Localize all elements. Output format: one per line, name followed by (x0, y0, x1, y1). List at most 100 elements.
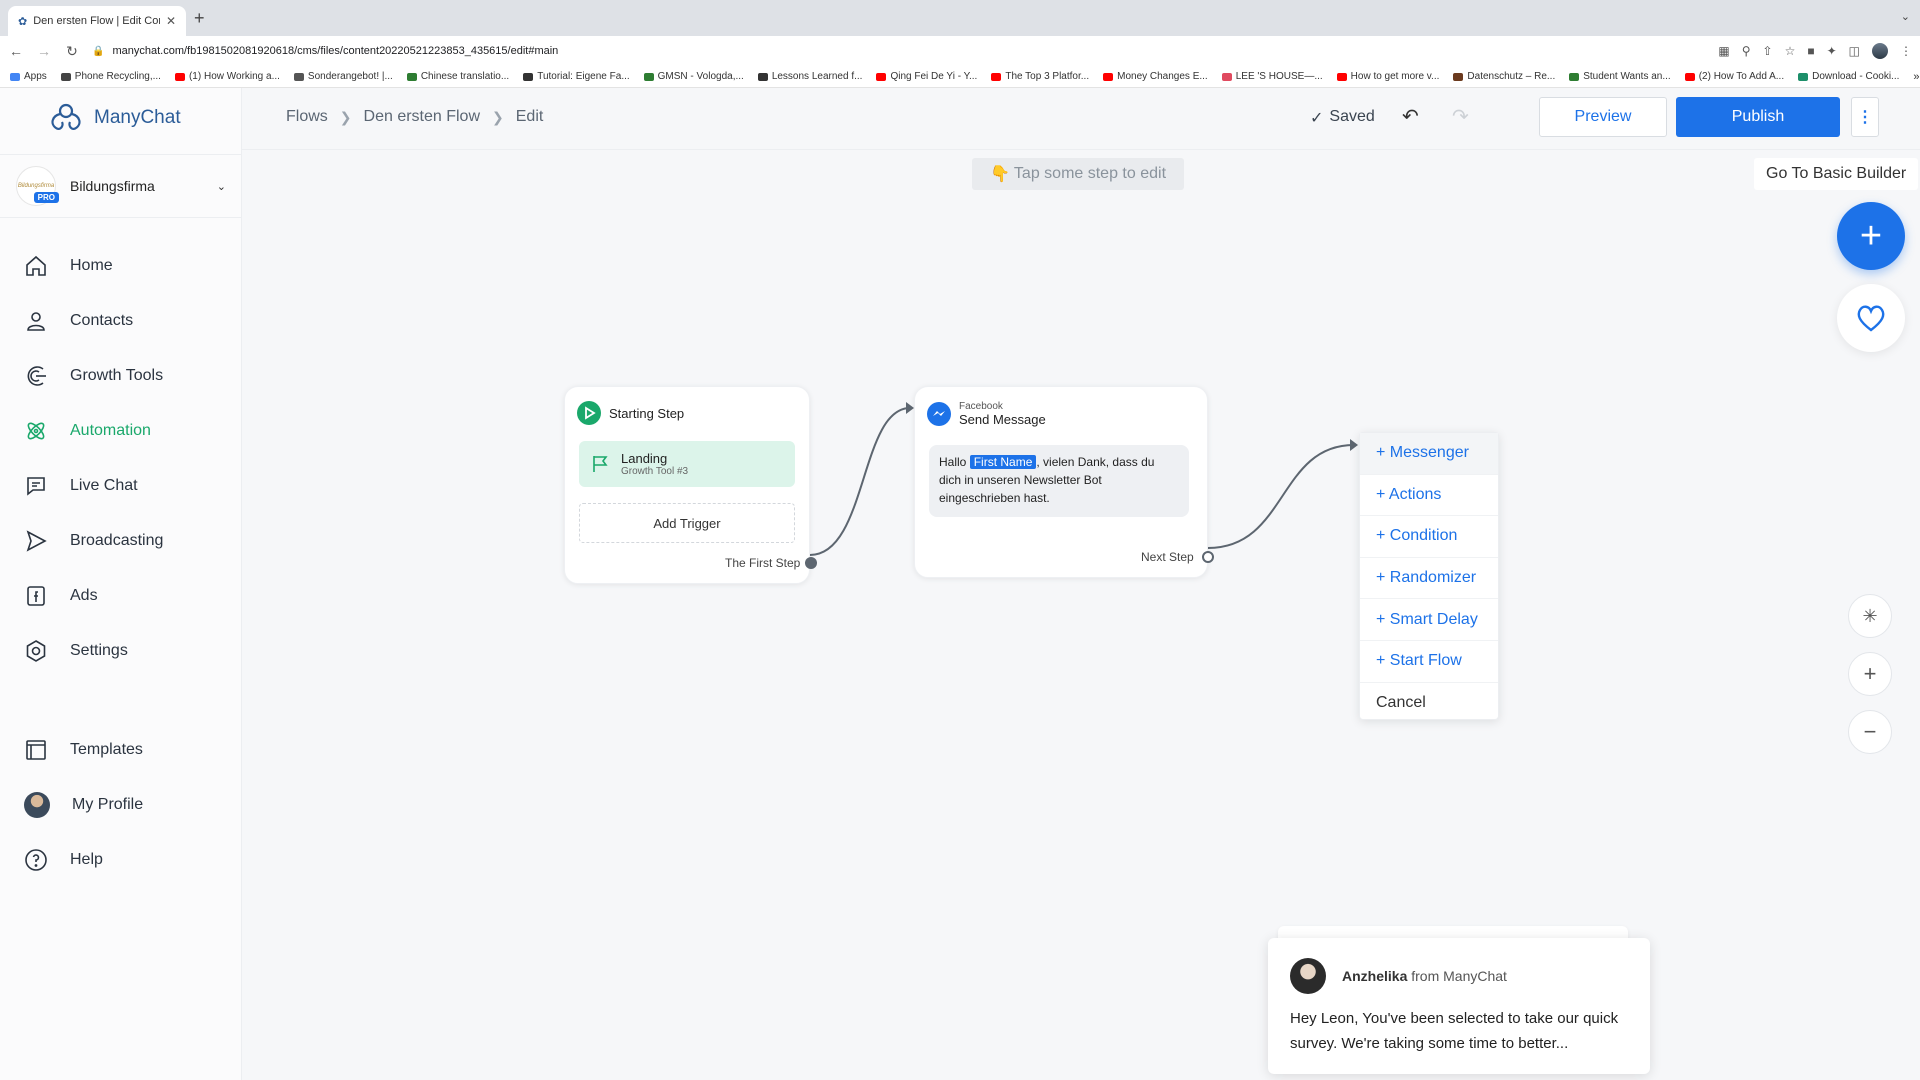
address-bar: ← → ↻ 🔒 manychat.com/fb198150208192061​8… (0, 36, 1920, 66)
bookmark-label: LEE 'S HOUSE—... (1235, 71, 1323, 82)
node-platform: Facebook (959, 401, 1003, 412)
bookmark-favicon-icon (174, 72, 185, 81)
magic-wand-button[interactable]: ✳ (1848, 594, 1892, 638)
sidepanel-icon[interactable]: ◫ (1849, 44, 1860, 58)
favorites-button[interactable] (1837, 284, 1905, 352)
bookmark-item[interactable]: The Top 3 Platfor... (991, 71, 1089, 82)
translate-icon[interactable]: ▦ (1718, 44, 1729, 58)
bookmark-favicon-icon (523, 72, 534, 81)
output-port[interactable] (805, 557, 817, 569)
bookmark-item[interactable]: Chinese translatio... (406, 71, 510, 82)
menu-item-messenger[interactable]: + Messenger (1360, 433, 1498, 475)
bookmark-item[interactable]: Tutorial: Eigene Fa... (523, 71, 630, 82)
bookmark-item[interactable]: Download - Cooki... (1798, 71, 1899, 82)
zoom-in-button[interactable]: + (1848, 652, 1892, 696)
forward-icon[interactable]: → (36, 43, 52, 59)
new-tab-button[interactable]: + (194, 8, 205, 29)
tab-search-icon[interactable]: ⌄ (1901, 10, 1910, 23)
sidebar-item-label: Automation (70, 421, 151, 439)
sidebar-item-home[interactable]: Home (0, 238, 242, 293)
bookmark-item[interactable]: Lessons Learned f... (757, 71, 862, 82)
bookmark-item[interactable]: Datenschutz – Re... (1453, 71, 1555, 82)
more-options-icon[interactable]: ⋮ (1851, 97, 1879, 137)
account-switcher[interactable]: Bildungsfirma PRO Bildungsfirma ⌄ (0, 154, 242, 218)
close-tab-icon[interactable]: ✕ (166, 14, 176, 28)
puzzle-icon[interactable]: ✦ (1827, 44, 1837, 58)
bookmark-item[interactable]: Qing Fei De Yi - Y... (876, 71, 977, 82)
undo-icon[interactable]: ↶ (1402, 104, 1419, 129)
browser-tab[interactable]: ✿ Den ersten Flow | Edit Content ✕ (8, 6, 186, 36)
apps-grid-icon (10, 72, 20, 81)
menu-item-cancel[interactable]: Cancel (1360, 683, 1498, 725)
sidebar-item-help[interactable]: Help (0, 832, 242, 887)
sidebar-item-ads[interactable]: Ads (0, 568, 242, 623)
bookmark-item[interactable]: Apps (10, 71, 47, 82)
redo-icon[interactable]: ↷ (1452, 104, 1469, 129)
bookmark-label: Tutorial: Eigene Fa... (537, 71, 630, 82)
output-port[interactable] (1202, 551, 1214, 563)
bookmark-item[interactable]: Money Changes E... (1103, 71, 1208, 82)
chevron-down-icon: ⌄ (216, 180, 226, 193)
sidebar-item-live-chat[interactable]: Live Chat (0, 458, 242, 513)
bookmark-item[interactable]: How to get more v... (1336, 71, 1440, 82)
home-icon (26, 255, 46, 276)
send-message-node[interactable]: Facebook Send Message Hallo First Name, … (914, 386, 1214, 578)
account-name: Bildungsfirma (70, 178, 155, 194)
trigger-subtitle: Growth Tool #3 (621, 466, 689, 477)
sidebar-item-contacts[interactable]: Contacts (0, 293, 242, 348)
menu-item-actions[interactable]: + Actions (1360, 475, 1498, 517)
bookmarks-overflow-icon[interactable]: » (1913, 71, 1919, 83)
bookmark-item[interactable]: Student Wants an... (1569, 71, 1671, 82)
arrow-head-icon (906, 402, 914, 414)
pro-badge: PRO (33, 192, 59, 203)
bookmark-label: Chinese translatio... (420, 71, 510, 82)
saved-status: ✓ Saved (1310, 108, 1375, 128)
publish-button[interactable]: Publish (1676, 97, 1840, 137)
sidebar-item-settings[interactable]: Settings (0, 623, 242, 678)
back-icon[interactable]: ← (8, 43, 24, 59)
bookmark-item[interactable]: Phone Recycling,... (60, 71, 161, 82)
sidebar-item-automation[interactable]: Automation (0, 403, 242, 458)
bookmark-star-icon[interactable]: ☆ (1785, 44, 1796, 58)
bookmark-favicon-icon (991, 72, 1002, 81)
zoom-icon[interactable]: ⚲ (1742, 44, 1751, 58)
trigger-landing[interactable]: Landing Growth Tool #3 (579, 441, 795, 487)
intercom-chat-card[interactable]: Anzhelika from ManyChat Hey Leon, You've… (1268, 938, 1650, 1074)
browser-profile-avatar[interactable] (1872, 43, 1888, 59)
menu-item-smart-delay[interactable]: + Smart Delay (1360, 599, 1498, 641)
sidebar-item-growth-tools[interactable]: Growth Tools (0, 348, 242, 403)
reload-icon[interactable]: ↻ (64, 43, 80, 60)
bookmark-item[interactable]: (1) How Working a... (174, 71, 280, 82)
node-title: Starting Step (609, 405, 685, 421)
ads-icon (27, 585, 45, 606)
output-label: Next Step (1141, 550, 1194, 564)
flow-canvas[interactable]: 👇 Tap some step to edit Go To Basic Buil… (242, 150, 1920, 1080)
bookmark-item[interactable]: Sonderangebot! |... (293, 71, 393, 82)
sidebar: ManyChat Bildungsfirma PRO Bildungsfirma… (0, 88, 242, 1080)
bookmark-item[interactable]: (2) How To Add A... (1684, 71, 1784, 82)
bookmark-item[interactable]: GMSN - Vologda,... (643, 71, 744, 82)
starting-step-node[interactable]: Starting Step Landing Growth Tool #3 Add… (564, 386, 817, 584)
sidebar-item-my-profile[interactable]: My Profile (0, 777, 242, 832)
zoom-out-button[interactable]: − (1848, 710, 1892, 754)
breadcrumb-flows[interactable]: Flows (286, 108, 328, 126)
bookmark-item[interactable]: LEE 'S HOUSE—... (1221, 71, 1323, 82)
breadcrumb-flow-name[interactable]: Den ersten Flow (364, 108, 481, 126)
add-step-button[interactable]: + (1837, 202, 1905, 270)
browser-menu-icon[interactable]: ⋮ (1900, 44, 1912, 58)
step-connectors (809, 402, 1358, 556)
preview-button[interactable]: Preview (1539, 97, 1667, 137)
bookmark-label: How to get more v... (1350, 71, 1440, 82)
menu-item-condition[interactable]: + Condition (1360, 516, 1498, 558)
sidebar-item-broadcasting[interactable]: Broadcasting (0, 513, 242, 568)
play-icon (577, 401, 601, 425)
menu-item-start-flow[interactable]: + Start Flow (1360, 641, 1498, 683)
manychat-logo[interactable]: ManyChat (48, 102, 181, 134)
sidebar-item-templates[interactable]: Templates (0, 722, 242, 777)
add-trigger-button[interactable]: Add Trigger (579, 503, 795, 543)
extension-icon[interactable]: ■ (1807, 44, 1814, 58)
bookmark-favicon-icon (293, 72, 304, 81)
share-icon[interactable]: ⇧ (1763, 44, 1773, 58)
url-field[interactable]: 🔒 manychat.com/fb198150208192061​8/cms/f… (92, 45, 1706, 57)
menu-item-randomizer[interactable]: + Randomizer (1360, 558, 1498, 600)
